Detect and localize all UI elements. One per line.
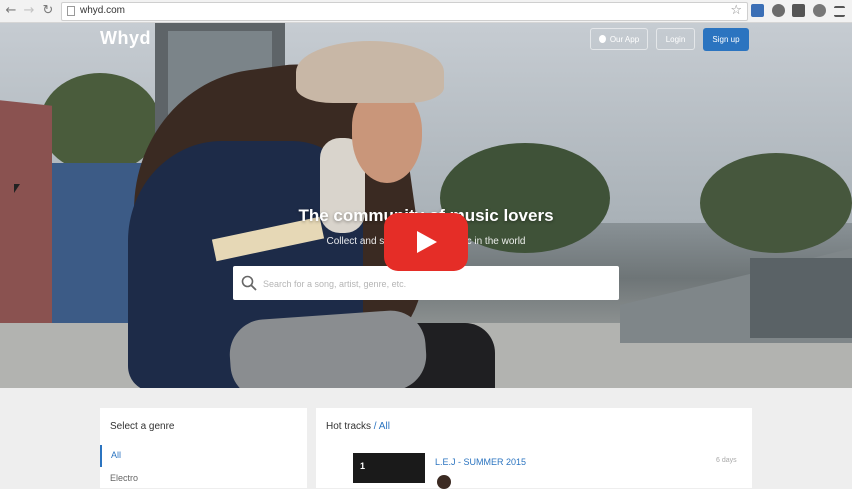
mouse-cursor-icon [14,184,20,193]
skate-ramp-image [750,258,852,338]
extension-shield-icon[interactable] [813,4,826,17]
track-timestamp: 6 days [716,457,737,464]
video-play-button[interactable] [384,213,468,271]
person-sleeve [227,308,429,388]
search-icon [241,275,257,291]
url-text[interactable]: whyd.com [80,5,125,16]
pocket-icon[interactable] [792,4,805,17]
genre-panel: Select a genre All Electro [100,408,307,488]
hot-tracks-title: Hot tracks / All [326,421,390,432]
graffiti-wall-image [0,100,52,356]
browser-toolbar: ← → ↻ whyd.com ☆ [0,0,852,23]
address-bar[interactable]: whyd.com ☆ [61,2,748,21]
site-logo[interactable]: Whyd [100,28,151,49]
genre-item-all[interactable]: All [100,445,307,467]
back-arrow-icon[interactable]: ← [4,3,18,19]
hot-tracks-filter[interactable]: / All [374,421,390,432]
hero-section: Whyd Our App Login Sign up The community… [0,23,852,388]
avatar[interactable] [437,475,451,489]
our-app-button[interactable]: Our App [590,28,648,50]
extension-blue-icon[interactable] [751,4,764,17]
hot-tracks-label: Hot tracks [326,421,372,432]
track-rank: 1 [360,461,366,471]
reload-icon[interactable]: ↻ [41,3,55,19]
page-icon [67,6,75,16]
genre-panel-title: Select a genre [110,421,175,432]
apple-icon [598,35,606,43]
search-input[interactable] [261,274,605,294]
genre-item-label: All [111,450,122,460]
sign-up-button[interactable]: Sign up [703,28,749,51]
person-hat [296,41,444,103]
menu-icon[interactable] [834,6,845,17]
search-box[interactable] [233,266,619,300]
hot-tracks-panel: Hot tracks / All 1 L.E.J - SUMMER 2015 6… [316,408,752,489]
genre-item-electro[interactable]: Electro [110,473,138,483]
our-app-label: Our App [609,35,640,44]
play-icon [417,231,437,253]
bookmark-star-icon[interactable]: ☆ [730,3,742,18]
track-title[interactable]: L.E.J - SUMMER 2015 [435,457,526,467]
extension-gray-icon[interactable] [772,4,785,17]
login-button[interactable]: Login [656,28,695,50]
forward-arrow-icon[interactable]: → [22,3,36,19]
